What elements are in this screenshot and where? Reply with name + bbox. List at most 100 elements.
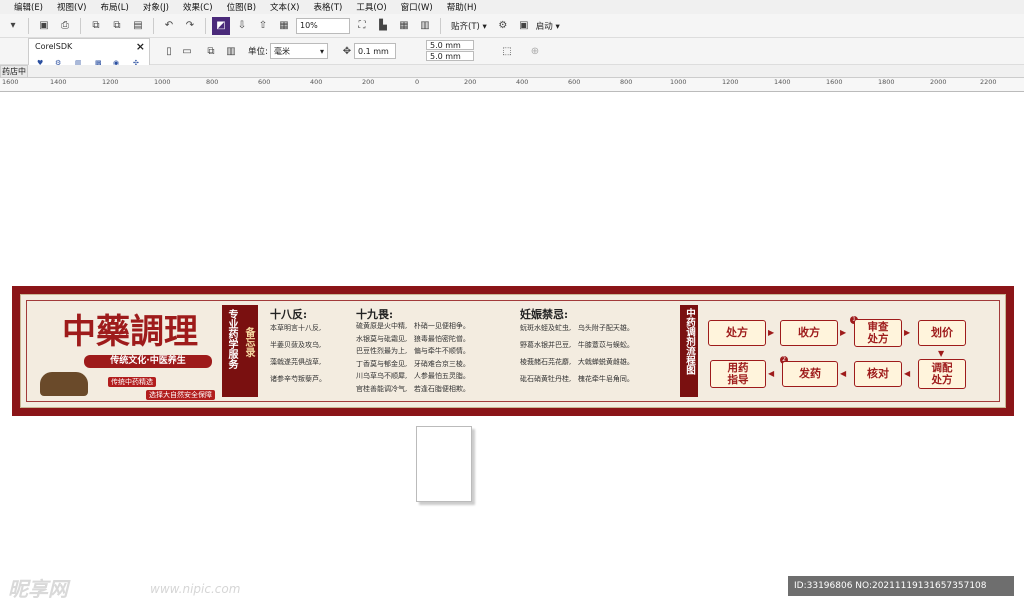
dup-y-value: 5.0 mm: [430, 51, 461, 61]
menu-table[interactable]: 表格(T): [308, 1, 349, 13]
arrow-right-icon: ▶: [768, 328, 775, 337]
unit-value: 毫米: [274, 46, 290, 56]
menu-view[interactable]: 视图(V): [51, 1, 92, 13]
flow-box-pricing: 划价: [918, 320, 966, 346]
menu-edit[interactable]: 编辑(E): [8, 1, 49, 13]
duplicate-y-input[interactable]: 5.0 mm: [426, 51, 474, 61]
grid-icon[interactable]: ▦: [395, 17, 413, 35]
property-bar: ▯ ▭ ⧉ ▥ 单位: 毫米 ▾ ✥ 0.1 mm 5.0 mm 5.0 mm ⬚…: [0, 38, 1024, 65]
menu-bitmaps[interactable]: 位图(B): [221, 1, 262, 13]
zoom-value: 10%: [300, 21, 318, 30]
arrow-right-icon: ▶: [904, 328, 911, 337]
flow-box-guidance: 用药指导: [710, 360, 766, 388]
snap-label: 贴齐(T): [451, 21, 480, 32]
tag-safety: 选择大自然安全保障: [146, 390, 215, 400]
ruler-label: 400: [310, 78, 323, 86]
zoom-input[interactable]: 10%: [296, 17, 350, 34]
banner-title: 中藥調理: [62, 312, 198, 352]
ruler-label: 1600: [826, 78, 843, 86]
herbs-illustration: [40, 372, 88, 396]
add-page-icon[interactable]: ⊕: [526, 42, 544, 60]
menu-bar: 编辑(E) 视图(V) 布局(L) 对象(J) 效果(C) 位图(B) 文本(X…: [0, 0, 1024, 14]
redo-icon[interactable]: ↷: [181, 17, 199, 35]
ruler-label: 1800: [878, 78, 895, 86]
arrow-left-icon: ◀: [768, 369, 775, 378]
save-icon[interactable]: ▣: [35, 17, 53, 35]
rulers-icon[interactable]: ▙: [374, 17, 392, 35]
print-icon[interactable]: ⎙: [56, 17, 74, 35]
close-icon[interactable]: ×: [136, 40, 145, 53]
arrow-left-icon: ◀: [904, 369, 911, 378]
ruler-label: 1200: [102, 78, 119, 86]
banner-subtitle: 传统文化·中医养生: [84, 355, 212, 368]
col-nineteen-text: 硫黄原是火中精, 朴硝一见便相争。 水银莫与砒霜见, 狼毒最怕密陀僧。 巴豆性烈…: [356, 322, 470, 393]
menu-object[interactable]: 对象(J): [137, 1, 175, 13]
col-pregnancy-text: 蚖斑水蛭及虻虫, 乌头附子配天雄。 野葛水银并巴豆, 牛膝薏苡与蜈蚣。 棱莪赭石…: [520, 324, 634, 383]
flow-box-compound: 调配处方: [918, 359, 966, 389]
ruler-label: 1000: [154, 78, 171, 86]
separator: [80, 17, 81, 34]
duplicate-x-input[interactable]: 5.0 mm: [426, 40, 474, 50]
undo-icon[interactable]: ↶: [160, 17, 178, 35]
menu-window[interactable]: 窗口(W): [395, 1, 439, 13]
flow-box-review: 审查处方: [854, 319, 902, 347]
ruler-label: 1600: [2, 78, 19, 86]
paste-icon[interactable]: ▤: [129, 17, 147, 35]
dropdown-arrow-icon[interactable]: ▾: [4, 17, 22, 35]
treat-as-filled-icon[interactable]: ⬚: [498, 42, 516, 60]
document-tab[interactable]: 药店中: [0, 65, 28, 78]
separator: [440, 17, 441, 34]
launch-label: 启动: [535, 21, 553, 32]
pdf-icon[interactable]: ▦: [275, 17, 293, 35]
search-content-icon[interactable]: ◩: [212, 16, 230, 35]
ruler-label: 1400: [774, 78, 791, 86]
arrow-down-icon: ▼: [938, 349, 945, 358]
ruler-label: 200: [362, 78, 375, 86]
snap-to-button[interactable]: 贴齐(T) ▾: [447, 20, 491, 32]
nudge-input[interactable]: 0.1 mm: [354, 43, 396, 59]
export-icon[interactable]: ⇧: [254, 17, 272, 35]
cut-icon[interactable]: ⧉: [87, 17, 105, 35]
copy-icon[interactable]: ⧉: [108, 17, 126, 35]
unit-label: 单位:: [248, 47, 268, 57]
all-pages-icon[interactable]: ⧉: [202, 42, 220, 60]
flow-box-dispense: 发药: [782, 361, 838, 387]
current-page-icon[interactable]: ▥: [222, 42, 240, 60]
ruler-label: 600: [568, 78, 581, 86]
ruler-label: 2000: [930, 78, 947, 86]
tab-bar: [28, 65, 1024, 78]
separator: [153, 17, 154, 34]
memo-box: 专业药学服务 备忘录: [222, 305, 258, 397]
landscape-icon[interactable]: ▭: [178, 42, 196, 60]
launch-icon[interactable]: ▣: [515, 17, 533, 35]
menu-effects[interactable]: 效果(C): [177, 1, 219, 13]
chevron-down-icon: ▾: [319, 46, 324, 56]
ruler-label: 400: [516, 78, 529, 86]
menu-tools[interactable]: 工具(O): [350, 1, 392, 13]
separator: [28, 17, 29, 34]
units-select[interactable]: 毫米 ▾: [270, 43, 328, 59]
sdk-title: CorelSDK: [35, 42, 73, 51]
memo-title-text: 备忘录: [243, 327, 254, 357]
nudge-value: 0.1 mm: [358, 46, 389, 56]
flow-box-check: 核对: [854, 361, 902, 387]
arrow-right-icon: ▶: [840, 328, 847, 337]
guidelines-icon[interactable]: ▥: [416, 17, 434, 35]
ruler-label: 800: [206, 78, 219, 86]
portrait-icon[interactable]: ▯: [160, 42, 178, 60]
ruler-label: 600: [258, 78, 271, 86]
page-thumbnail[interactable]: [416, 426, 472, 502]
horizontal-ruler[interactable]: 1600 1400 1200 1000 800 600 400 200 0 20…: [0, 78, 1024, 92]
dup-x-value: 5.0 mm: [430, 40, 461, 50]
menu-text[interactable]: 文本(X): [264, 1, 305, 13]
menu-layout[interactable]: 布局(L): [94, 1, 134, 13]
menu-help[interactable]: 帮助(H): [441, 1, 483, 13]
options-gear-icon[interactable]: ⚙: [494, 17, 512, 35]
import-icon[interactable]: ⇩: [233, 17, 251, 35]
ruler-label: 200: [464, 78, 477, 86]
ruler-label: 800: [620, 78, 633, 86]
launch-button[interactable]: 启动 ▾: [536, 20, 560, 32]
flow-box-prescription: 处方: [708, 320, 766, 346]
flow-title-text: 中药调剂流程图: [684, 308, 695, 375]
full-screen-icon[interactable]: ⛶: [353, 17, 371, 35]
